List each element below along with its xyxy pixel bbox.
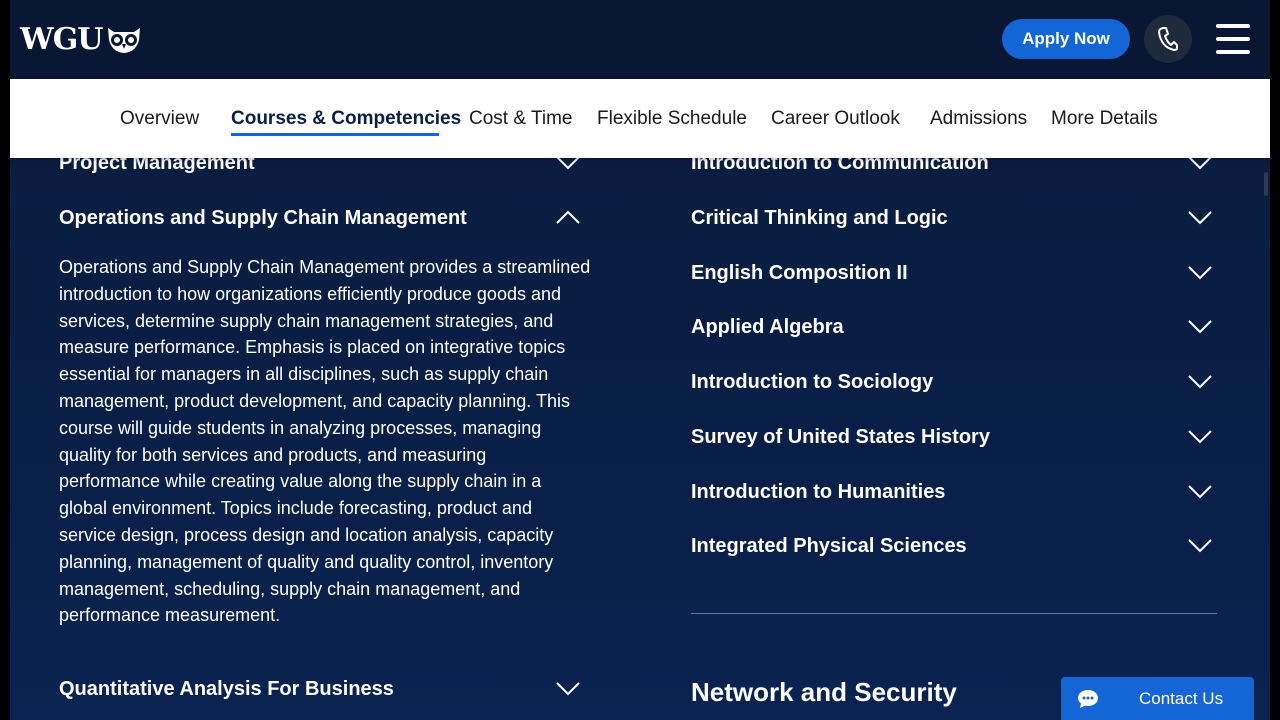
chat-bubble-icon (1078, 689, 1098, 708)
page: Project Management Operations and Supply… (10, 0, 1270, 720)
phone-button[interactable] (1144, 15, 1192, 63)
tab-admissions[interactable]: Admissions (930, 108, 1027, 130)
tab-overview[interactable]: Overview (120, 108, 199, 130)
divider (691, 613, 1217, 614)
accordion-title-applied-algebra[interactable]: Applied Algebra (691, 316, 844, 339)
contact-us-button[interactable]: Contact Us (1061, 677, 1254, 720)
accordion-title-quantitative-analysis[interactable]: Quantitative Analysis For Business (59, 678, 394, 701)
site-header: WGU Apply Now (10, 0, 1270, 79)
tab-more-details[interactable]: More Details (1051, 108, 1158, 130)
course-description: Operations and Supply Chain Management p… (59, 257, 591, 626)
tab-cost-time[interactable]: Cost & Time (469, 108, 572, 130)
chevron-down-icon[interactable] (556, 156, 580, 170)
wgu-logo[interactable]: WGU (20, 22, 142, 57)
phone-icon (1158, 27, 1178, 51)
chevron-down-icon[interactable] (1188, 156, 1212, 170)
chevron-down-icon[interactable] (1188, 266, 1212, 280)
section-nav: Overview Courses & Competencies Cost & T… (10, 79, 1270, 158)
chevron-down-icon[interactable] (1188, 320, 1212, 334)
accordion-title-us-history[interactable]: Survey of United States History (691, 426, 990, 449)
accordion-title-intro-sociology[interactable]: Introduction to Sociology (691, 371, 933, 394)
accordion-title-physical-sciences[interactable]: Integrated Physical Sciences (691, 535, 967, 558)
chevron-down-icon[interactable] (1188, 430, 1212, 444)
menu-bar (1216, 24, 1250, 28)
apply-now-button[interactable]: Apply Now (1002, 19, 1130, 59)
owl-icon (108, 27, 141, 53)
accordion-title-critical-thinking[interactable]: Critical Thinking and Logic (691, 207, 948, 230)
accordion-title-intro-humanities[interactable]: Introduction to Humanities (691, 481, 945, 504)
scrollbar-thumb[interactable] (1264, 172, 1268, 196)
accordion-title-operations-supply-chain[interactable]: Operations and Supply Chain Management (59, 207, 467, 230)
menu-bar (1216, 50, 1250, 54)
active-tab-underline (231, 133, 439, 136)
section-heading: Network and Security (691, 677, 957, 707)
chevron-up-icon[interactable] (556, 210, 580, 224)
tab-career-outlook[interactable]: Career Outlook (771, 108, 900, 130)
logo-text: WGU (20, 22, 103, 57)
contact-us-label: Contact Us (1139, 688, 1224, 708)
tab-courses-competencies[interactable]: Courses & Competencies (231, 108, 461, 130)
menu-bar (1216, 37, 1250, 41)
hamburger-menu-icon[interactable] (1216, 24, 1250, 54)
chevron-down-icon[interactable] (1188, 211, 1212, 225)
chevron-down-icon[interactable] (1188, 375, 1212, 389)
chevron-down-icon[interactable] (556, 682, 580, 696)
chevron-down-icon[interactable] (1188, 485, 1212, 499)
accordion-title-english-composition[interactable]: English Composition II (691, 262, 908, 285)
chevron-down-icon[interactable] (1188, 539, 1212, 553)
tab-flexible-schedule[interactable]: Flexible Schedule (597, 108, 747, 130)
